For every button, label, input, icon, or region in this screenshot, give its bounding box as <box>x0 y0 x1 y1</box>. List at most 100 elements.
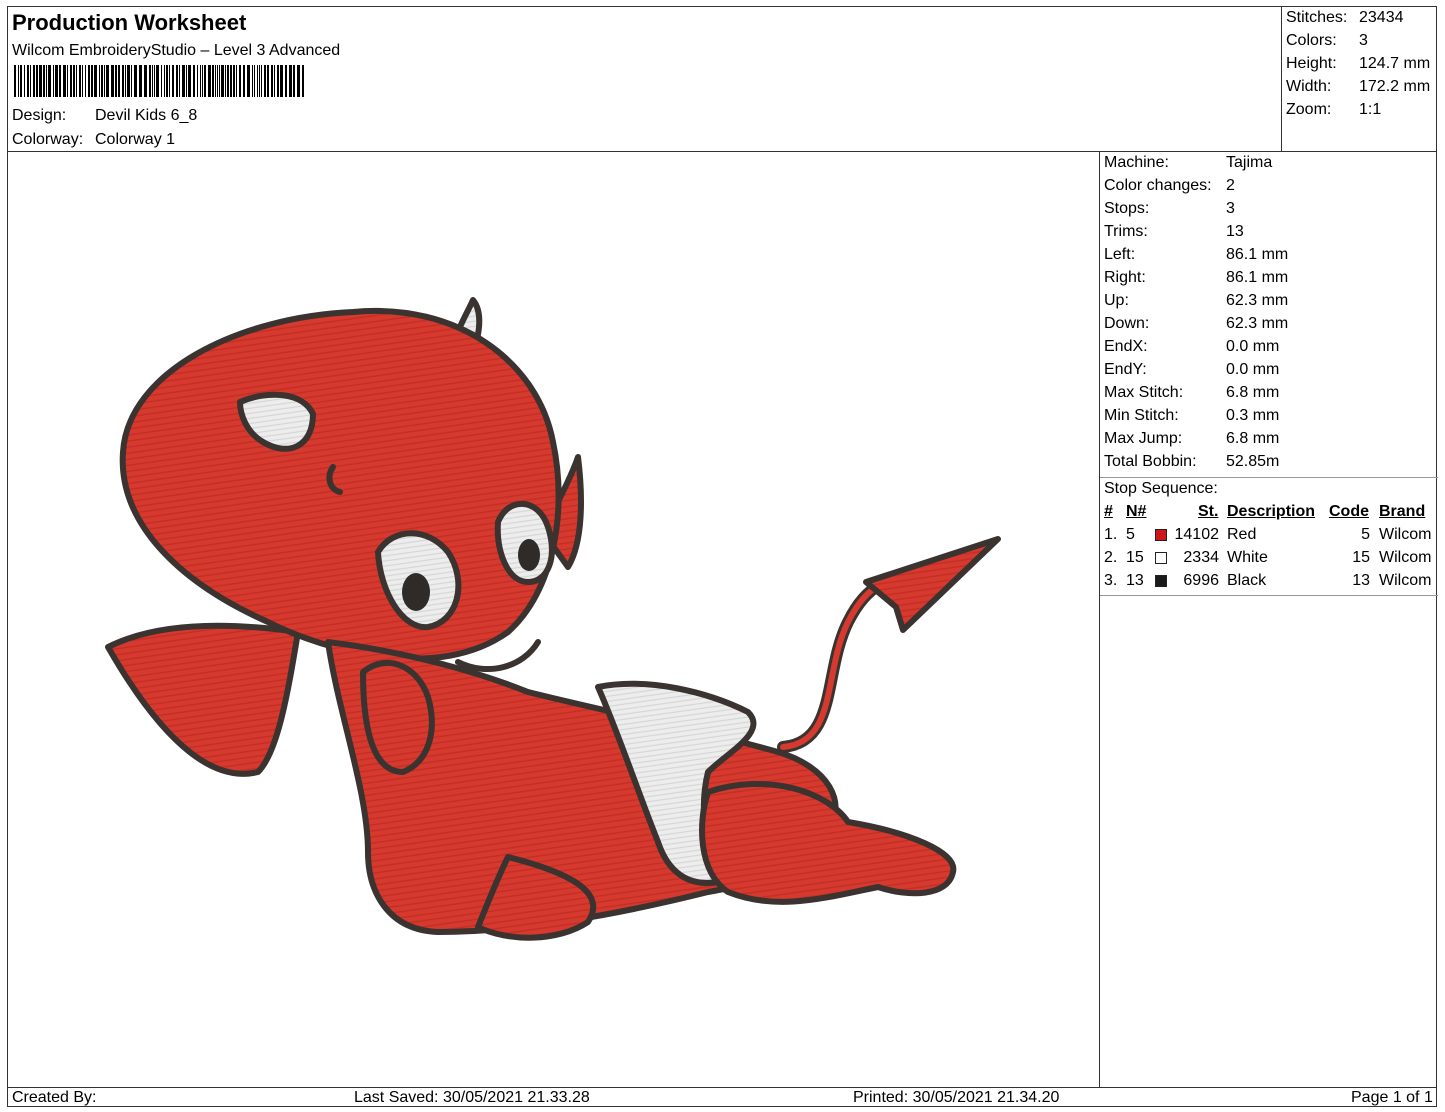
design-value: Devil Kids 6_8 <box>95 107 198 124</box>
barcode-bar <box>139 65 142 97</box>
row-code: 15 <box>1352 549 1370 566</box>
last-saved: Last Saved: 30/05/2021 21.33.28 <box>354 1089 590 1106</box>
barcode-bar <box>197 65 198 97</box>
row-num: 2. <box>1104 549 1118 566</box>
barcode-bar <box>85 65 86 97</box>
machine-info-value: 3 <box>1226 200 1235 217</box>
barcode-bar <box>30 65 31 97</box>
barcode-bar <box>99 65 100 97</box>
summary-label: Zoom: <box>1286 101 1332 118</box>
worksheet-header: Production Worksheet Wilcom EmbroiderySt… <box>8 7 1282 152</box>
col-brand: Brand <box>1379 503 1426 520</box>
design-row: Design: Devil Kids 6_8 <box>12 107 197 125</box>
barcode-bar <box>24 65 25 97</box>
row-stitches: 14102 <box>1174 526 1220 543</box>
summary-label: Width: <box>1286 78 1332 95</box>
barcode-bar <box>20 65 22 97</box>
barcode-bar <box>259 65 260 97</box>
barcode-bar <box>219 65 220 97</box>
barcode-bar <box>39 65 42 97</box>
machine-info-label: EndX: <box>1104 338 1148 355</box>
barcode-bar <box>166 65 168 97</box>
barcode-bar <box>252 65 253 97</box>
machine-info-label: Up: <box>1104 292 1129 309</box>
barcode-bar <box>204 65 206 97</box>
machine-info-value: 52.85m <box>1226 453 1280 470</box>
machine-info-value: 2 <box>1226 177 1235 194</box>
barcode-bar <box>43 65 45 97</box>
barcode-bar <box>48 65 51 97</box>
barcode-bar <box>125 65 126 97</box>
row-description: White <box>1227 549 1268 566</box>
barcode-bar <box>217 65 218 97</box>
barcode-bar <box>212 65 214 97</box>
barcode-bar <box>101 65 103 97</box>
machine-info-label: Min Stitch: <box>1104 407 1179 424</box>
barcode-bar <box>149 65 151 97</box>
machine-info-value: 0.0 mm <box>1226 361 1280 378</box>
barcode-bar <box>154 65 155 97</box>
barcode-bar <box>73 65 75 97</box>
created-by: Created By: <box>12 1089 97 1106</box>
summary-value: 3 <box>1359 32 1368 49</box>
summary-label: Stitches: <box>1286 9 1348 26</box>
machine-info-value: 6.8 mm <box>1226 384 1280 401</box>
machine-info-value: 6.8 mm <box>1226 430 1280 447</box>
barcode-bar <box>70 65 72 97</box>
machine-info-value: 86.1 mm <box>1226 269 1289 286</box>
machine-info-value: 86.1 mm <box>1226 246 1289 263</box>
colorway-row: Colorway: Colorway 1 <box>12 131 175 149</box>
barcode-bar <box>94 65 97 97</box>
devil-kid-embroidery-image <box>105 297 1001 941</box>
col-needle: N# <box>1126 503 1147 520</box>
colorway-label: Colorway: <box>12 131 84 148</box>
production-worksheet: Production Worksheet Wilcom EmbroiderySt… <box>7 6 1438 1107</box>
row-num: 1. <box>1104 526 1118 543</box>
machine-info-value: 13 <box>1226 223 1244 240</box>
barcode-bar <box>18 65 19 97</box>
thread-color-swatch <box>1155 529 1167 541</box>
summary-value: 172.2 mm <box>1359 78 1431 95</box>
barcode-bar <box>79 65 81 97</box>
barcode-bar <box>302 65 304 97</box>
barcode-bar <box>131 65 132 97</box>
barcode-bar <box>215 65 216 97</box>
barcode-bar <box>243 65 245 97</box>
barcode-bar <box>127 65 130 97</box>
row-needle: 13 <box>1126 572 1144 589</box>
summary-value: 1:1 <box>1359 101 1382 118</box>
barcode-bar <box>67 65 68 97</box>
machine-info-label: Machine: <box>1104 154 1169 171</box>
barcode-bar <box>118 65 120 97</box>
divider <box>1100 477 1438 478</box>
barcode-bar <box>172 65 174 97</box>
barcode-bar <box>274 65 275 97</box>
machine-info-panel: Machine: Tajima Color changes: 2 Stops: 3 Trim… <box>1099 152 1438 1087</box>
machine-info-label: Color changes: <box>1104 177 1212 194</box>
barcode-bar <box>88 65 90 97</box>
barcode-bar <box>221 65 224 97</box>
row-brand: Wilcom <box>1379 549 1432 566</box>
barcode-bar <box>164 65 165 97</box>
row-brand: Wilcom <box>1379 572 1432 589</box>
barcode-bar <box>289 65 292 97</box>
barcode-bar <box>193 65 195 97</box>
col-code: Code <box>1329 503 1369 520</box>
barcode-bar <box>122 65 124 97</box>
barcode-bar <box>277 65 279 97</box>
barcode-bar <box>144 65 147 97</box>
design-label: Design: <box>12 107 67 124</box>
machine-info-label: Right: <box>1104 269 1146 286</box>
barcode-bar <box>76 65 77 97</box>
row-stitches: 2334 <box>1183 549 1219 566</box>
row-brand: Wilcom <box>1379 526 1432 543</box>
barcode-bar <box>169 65 170 97</box>
row-code: 5 <box>1361 526 1370 543</box>
barcode-bar <box>91 65 93 97</box>
barcode-bar <box>247 65 250 97</box>
barcode-bar <box>230 65 232 97</box>
summary-value: 23434 <box>1359 9 1404 26</box>
barcode-bar <box>264 65 266 97</box>
barcode-bar <box>186 65 187 97</box>
thread-color-swatch <box>1155 575 1167 587</box>
